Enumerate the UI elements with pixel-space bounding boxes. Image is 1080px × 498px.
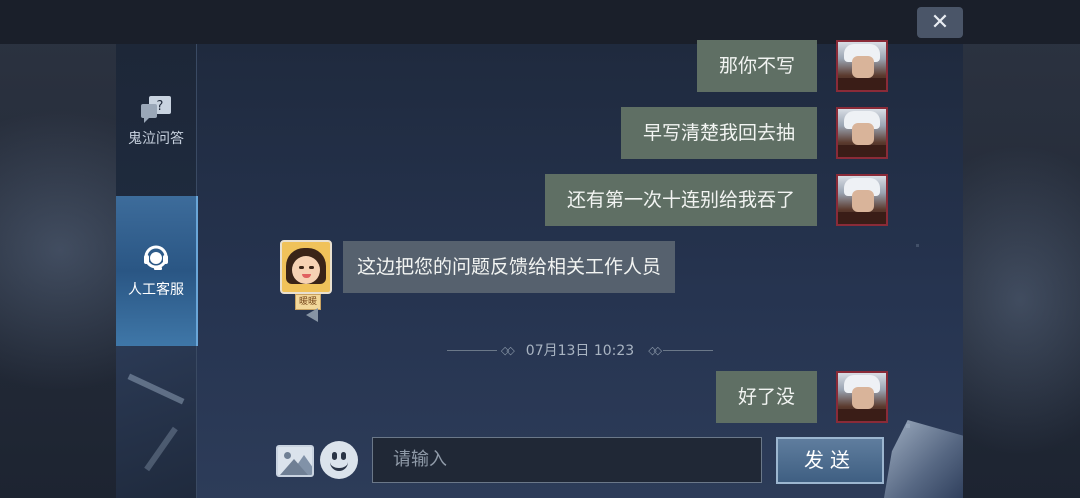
- chat-bubble-outgoing: 还有第一次十连别给我吞了: [544, 174, 817, 226]
- chat-bubble-outgoing: 早写清楚我回去抽: [620, 107, 817, 159]
- sidebar-decoration: [116, 346, 196, 498]
- bubble-tail-icon: [306, 308, 318, 322]
- question-chat-icon: ?: [141, 96, 171, 123]
- sidebar: ? 鬼泣问答 人工客服: [116, 44, 198, 498]
- timestamp-divider: ◇◇ 07月13日 10:23 ◇◇: [446, 338, 714, 362]
- sidebar-item-label: 人工客服: [128, 282, 184, 298]
- image-icon[interactable]: [276, 445, 314, 477]
- user-avatar[interactable]: [836, 174, 888, 226]
- sidebar-item-customer-service[interactable]: 人工客服: [116, 196, 198, 346]
- send-button[interactable]: 发送: [776, 437, 884, 484]
- timestamp: 07月13日 10:23: [525, 343, 635, 359]
- chat-bubble-incoming: 这边把您的问题反馈给相关工作人员: [343, 241, 676, 293]
- chat-bubble-outgoing: 那你不写: [696, 40, 817, 92]
- headset-icon: [144, 245, 168, 270]
- agent-avatar[interactable]: [280, 240, 332, 294]
- user-avatar[interactable]: [836, 40, 888, 92]
- sidebar-item-label: 鬼泣问答: [128, 131, 184, 147]
- sidebar-item-faq[interactable]: ? 鬼泣问答: [116, 94, 196, 164]
- message-input[interactable]: 请输入: [372, 437, 762, 483]
- close-icon: ✕: [930, 10, 950, 35]
- svg-text:?: ?: [157, 99, 164, 114]
- user-avatar[interactable]: [836, 371, 888, 423]
- close-button[interactable]: ✕: [917, 7, 963, 38]
- emoji-icon[interactable]: [320, 441, 358, 479]
- chat-bubble-outgoing: 好了没: [715, 371, 817, 423]
- user-avatar[interactable]: [836, 107, 888, 159]
